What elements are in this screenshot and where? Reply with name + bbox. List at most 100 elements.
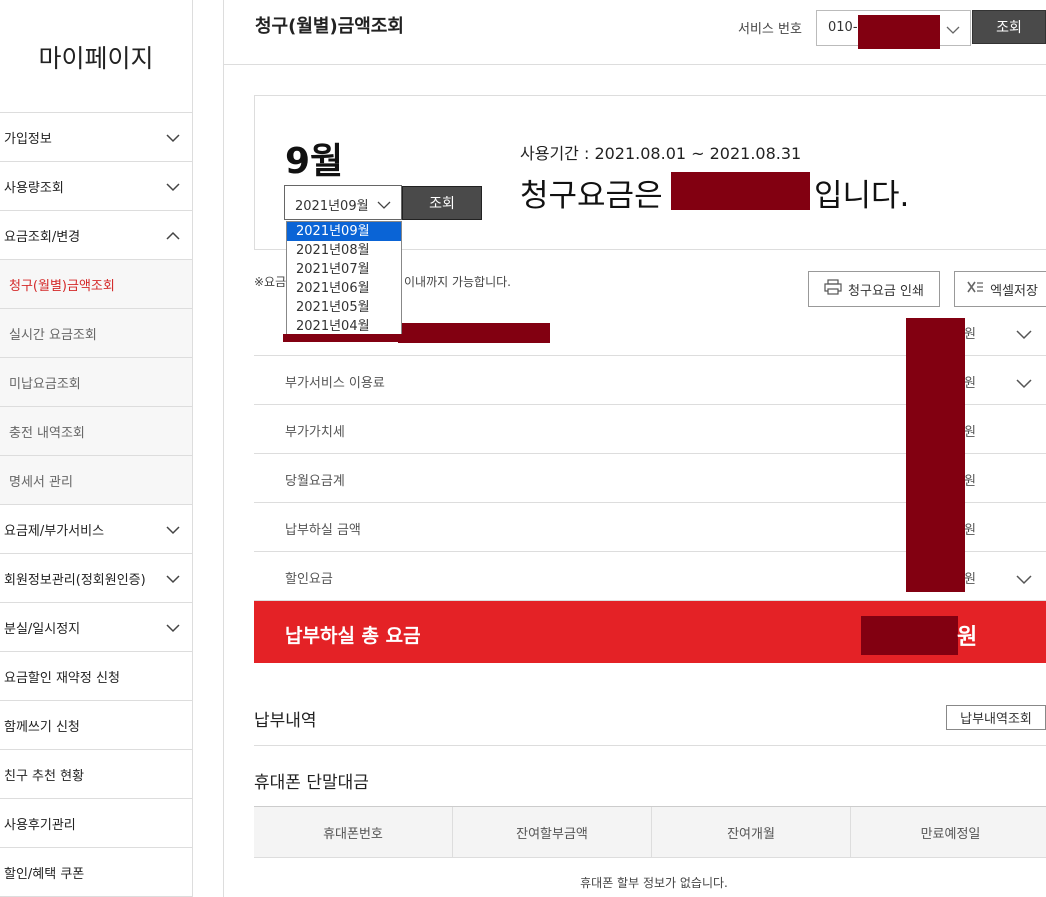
sidebar-item-subscription-info[interactable]: 가입정보 bbox=[0, 113, 192, 162]
bill-row-label: 당월요금계 bbox=[285, 474, 345, 489]
excel-save-label: 엑셀저장 bbox=[990, 283, 1038, 299]
chevron-down-icon[interactable] bbox=[1016, 571, 1032, 590]
chevron-down-icon bbox=[377, 197, 391, 216]
chevron-down-icon[interactable] bbox=[1016, 326, 1032, 345]
sidebar-item-label: 미납요금조회 bbox=[9, 376, 81, 392]
bill-amount-prefix: 청구요금은 bbox=[520, 178, 663, 214]
sidebar-subitem-unpaid-fee[interactable]: 미납요금조회 bbox=[0, 358, 192, 407]
excel-icon bbox=[966, 280, 984, 298]
month-select[interactable]: 2021년09월 bbox=[284, 185, 402, 220]
sidebar-item-share[interactable]: 함께쓰기 신청 bbox=[0, 701, 192, 750]
sidebar-item-label: 청구(월별)금액조회 bbox=[9, 278, 115, 294]
total-due-unit: 원 bbox=[957, 625, 978, 650]
payment-history-button[interactable]: 납부내역조회 bbox=[946, 705, 1046, 730]
usage-period: 사용기간 : 2021.08.01 ~ 2021.08.31 bbox=[520, 144, 802, 163]
redaction-block bbox=[398, 323, 550, 343]
sidebar-item-plans[interactable]: 요금제/부가서비스 bbox=[0, 505, 192, 554]
sidebar-item-label: 친구 추천 현황 bbox=[4, 768, 85, 784]
print-bill-button[interactable]: 청구요금 인쇄 bbox=[808, 271, 940, 307]
sidebar-item-label: 요금조회/변경 bbox=[4, 229, 81, 245]
sidebar-item-coupons[interactable]: 할인/혜택 쿠폰 bbox=[0, 848, 192, 897]
bill-row-unit: 원 bbox=[964, 425, 976, 440]
print-bill-label: 청구요금 인쇄 bbox=[848, 283, 924, 299]
bill-row-unit: 원 bbox=[964, 376, 976, 391]
sidebar-subitem-charge-history[interactable]: 충전 내역조회 bbox=[0, 407, 192, 456]
bill-amount-suffix: 입니다. bbox=[814, 178, 910, 214]
bill-row-unit: 원 bbox=[964, 474, 976, 489]
month-option[interactable]: 2021년05월 bbox=[287, 298, 401, 317]
redaction-block bbox=[861, 616, 958, 655]
chevron-down-icon[interactable] bbox=[1016, 375, 1032, 394]
sidebar-item-label: 함께쓰기 신청 bbox=[4, 719, 80, 735]
column-header: 잔여개월 bbox=[652, 807, 851, 857]
sidebar-title: 마이페이지 bbox=[0, 0, 192, 113]
sidebar-item-label: 할인/혜택 쿠폰 bbox=[4, 866, 85, 882]
chevron-down-icon bbox=[946, 22, 960, 41]
sidebar: 마이페이지 가입정보 사용량조회 요금조회/변경 청구(월별)금액조회 실시간 … bbox=[0, 0, 193, 897]
notice-text-suffix: 이내까지 가능합니다. bbox=[404, 275, 511, 289]
chevron-down-icon bbox=[166, 621, 180, 635]
total-due-label: 납부하실 총 요금 bbox=[285, 625, 421, 647]
bill-row-unit: 원 bbox=[964, 572, 976, 587]
chevron-down-icon bbox=[166, 131, 180, 145]
month-option[interactable]: 2021년07월 bbox=[287, 260, 401, 279]
month-select-value: 2021년09월 bbox=[295, 199, 369, 214]
bill-row-unit: 원 bbox=[964, 327, 976, 342]
sidebar-item-label: 사용후기관리 bbox=[4, 817, 76, 833]
bill-row-label: 할인요금 bbox=[285, 572, 333, 587]
page-title: 청구(월별)금액조회 bbox=[255, 16, 404, 37]
sidebar-item-usage[interactable]: 사용량조회 bbox=[0, 162, 192, 211]
sidebar-item-label: 실시간 요금조회 bbox=[9, 327, 97, 343]
device-installment-title: 휴대폰 단말대금 bbox=[254, 773, 369, 793]
bill-row-label: 납부하실 금액 bbox=[285, 523, 361, 538]
sidebar-item-label: 가입정보 bbox=[4, 131, 52, 147]
sidebar-item-referral[interactable]: 친구 추천 현황 bbox=[0, 750, 192, 799]
bill-row-label: 부가가치세 bbox=[285, 425, 345, 440]
sidebar-item-discount-renewal[interactable]: 요금할인 재약정 신청 bbox=[0, 652, 192, 701]
sidebar-subitem-monthly-bill[interactable]: 청구(월별)금액조회 bbox=[0, 260, 192, 309]
sidebar-item-label: 요금할인 재약정 신청 bbox=[4, 670, 120, 686]
month-title: 9월 bbox=[285, 141, 344, 182]
column-header: 만료예정일 bbox=[920, 826, 981, 842]
month-option[interactable]: 2021년09월 bbox=[287, 222, 401, 241]
column-header: 잔여할부금액 bbox=[453, 807, 652, 857]
total-due-bar: 납부하실 총 요금 원 bbox=[254, 601, 1046, 663]
device-installment-empty: 휴대폰 할부 정보가 없습니다. bbox=[580, 876, 728, 890]
sidebar-subitem-realtime-fee[interactable]: 실시간 요금조회 bbox=[0, 309, 192, 358]
sidebar-item-billing[interactable]: 요금조회/변경 bbox=[0, 211, 192, 260]
chevron-down-icon bbox=[166, 523, 180, 537]
service-number-label: 서비스 번호 bbox=[738, 22, 802, 37]
printer-icon bbox=[824, 279, 842, 299]
payment-history-title: 납부내역 bbox=[254, 711, 317, 731]
service-search-button[interactable]: 조회 bbox=[972, 10, 1046, 44]
chevron-down-icon bbox=[166, 572, 180, 586]
chevron-down-icon bbox=[166, 180, 180, 194]
redaction-block bbox=[906, 318, 965, 592]
service-number-select[interactable]: 010- bbox=[816, 10, 971, 49]
month-dropdown-list[interactable]: 2021년09월 2021년08월 2021년07월 2021년06월 2021… bbox=[286, 221, 402, 341]
sidebar-item-label: 명세서 관리 bbox=[9, 474, 73, 490]
content-divider bbox=[223, 0, 224, 897]
sidebar-item-lost-suspend[interactable]: 분실/일시정지 bbox=[0, 603, 192, 652]
redaction-block bbox=[671, 172, 810, 210]
sidebar-item-reviews[interactable]: 사용후기관리 bbox=[0, 799, 192, 848]
month-option[interactable]: 2021년08월 bbox=[287, 241, 401, 260]
device-installment-table-header: 휴대폰번호 잔여할부금액 잔여개월 만료예정일 bbox=[254, 806, 1046, 858]
header-divider bbox=[224, 64, 1046, 65]
sidebar-item-member-info[interactable]: 회원정보관리(정회원인증) bbox=[0, 554, 192, 603]
sidebar-subitem-statement[interactable]: 명세서 관리 bbox=[0, 456, 192, 505]
redaction-block bbox=[858, 15, 940, 49]
sidebar-item-label: 요금제/부가서비스 bbox=[4, 523, 105, 539]
sidebar-item-label: 분실/일시정지 bbox=[4, 621, 81, 637]
sidebar-item-label: 충전 내역조회 bbox=[9, 425, 85, 441]
notice-text-prefix: ※요금 bbox=[254, 275, 287, 289]
column-header: 휴대폰번호 bbox=[254, 807, 453, 857]
month-search-button[interactable]: 조회 bbox=[402, 186, 482, 220]
section-divider bbox=[254, 745, 1046, 746]
month-option[interactable]: 2021년06월 bbox=[287, 279, 401, 298]
sidebar-item-label: 사용량조회 bbox=[4, 180, 64, 196]
service-number-value: 010- bbox=[828, 20, 858, 35]
excel-save-button[interactable]: 엑셀저장 bbox=[954, 271, 1046, 307]
bill-row-unit: 원 bbox=[964, 523, 976, 538]
bill-row-label: 부가서비스 이용료 bbox=[285, 376, 385, 391]
